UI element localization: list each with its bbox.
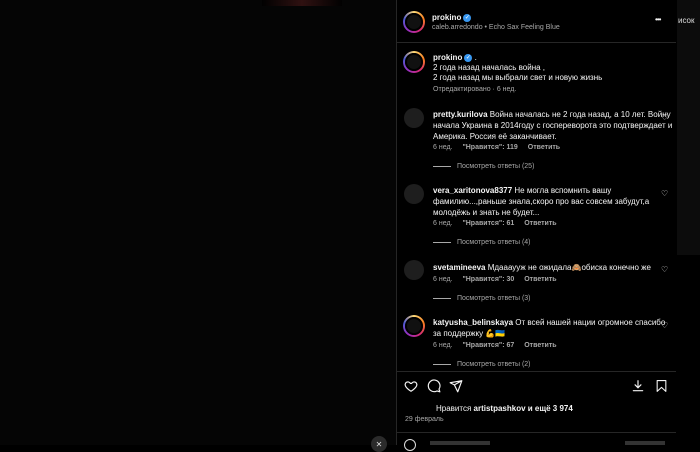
download-icon[interactable] bbox=[631, 379, 645, 393]
comment-text: Мдаааууж не ожидала🙈обиска конечно же bbox=[487, 263, 651, 272]
view-replies-button[interactable]: Посмотреть ответы (25) bbox=[433, 163, 534, 170]
comment-like-icon[interactable]: ♡ bbox=[661, 265, 668, 274]
comment-likes[interactable]: "Нравится": 30 bbox=[462, 276, 514, 283]
likes-suffix[interactable]: и ещё 3 974 bbox=[526, 404, 573, 413]
view-replies-label[interactable]: Посмотреть ответы (2) bbox=[457, 361, 531, 368]
post-date: 29 февраль bbox=[405, 416, 444, 423]
comment-like-icon[interactable]: ♡ bbox=[661, 113, 668, 122]
view-replies-label[interactable]: Посмотреть ответы (3) bbox=[457, 295, 531, 302]
post-audio-subtitle[interactable]: caleb.arredondo • Echo Sax Feeling Blue bbox=[432, 24, 560, 31]
actions-divider bbox=[396, 371, 676, 372]
caption-author-avatar[interactable] bbox=[403, 51, 425, 73]
comment-meta: 6 нед. "Нравится": 67 Ответить bbox=[433, 342, 565, 349]
publish-button-hint[interactable] bbox=[625, 441, 665, 445]
replies-line bbox=[433, 241, 451, 243]
comment-username[interactable]: katyusha_belinskaya bbox=[433, 318, 513, 327]
video-glow bbox=[262, 0, 342, 6]
replies-line bbox=[433, 363, 451, 365]
comment-username[interactable]: svetamineeva bbox=[433, 263, 485, 272]
comment-like-icon[interactable]: ♡ bbox=[661, 321, 668, 330]
caption-dot: . bbox=[474, 53, 477, 62]
comment-username[interactable]: pretty.kurilova bbox=[433, 110, 488, 119]
comment-likes[interactable]: "Нравится": 119 bbox=[462, 144, 517, 151]
comment-reply-button[interactable]: Ответить bbox=[524, 220, 556, 227]
right-strip-text: исок bbox=[678, 16, 695, 25]
view-replies-button[interactable]: Посмотреть ответы (2) bbox=[433, 361, 531, 368]
mute-icon[interactable]: ✕ bbox=[371, 436, 387, 452]
caption-line-2: 2 года назад мы выбрали свет и новую жиз… bbox=[433, 73, 603, 82]
view-replies-label[interactable]: Посмотреть ответы (4) bbox=[457, 239, 531, 246]
right-strip-dark-block bbox=[676, 255, 700, 445]
right-background-strip bbox=[676, 0, 700, 445]
comment-meta: 6 нед. "Нравится": 119 Ответить bbox=[433, 144, 568, 151]
comment-time: 6 нед. bbox=[433, 220, 453, 227]
comment-likes[interactable]: "Нравится": 67 bbox=[462, 342, 514, 349]
comment-body: vera_xaritonova8377 Не могла вспомнить в… bbox=[433, 185, 673, 218]
comment-username[interactable]: vera_xaritonova8377 bbox=[433, 186, 512, 195]
replies-line bbox=[433, 297, 451, 299]
verified-icon: ✓ bbox=[464, 53, 473, 62]
comment-avatar[interactable] bbox=[403, 315, 425, 337]
comment-meta: 6 нед. "Нравится": 61 Ответить bbox=[433, 220, 565, 227]
comment-like-icon[interactable]: ♡ bbox=[661, 189, 668, 198]
likes-prefix: Нравится bbox=[436, 404, 474, 413]
share-icon[interactable] bbox=[449, 379, 463, 393]
likes-user[interactable]: artistpashkov bbox=[474, 404, 526, 413]
view-replies-label[interactable]: Посмотреть ответы (25) bbox=[457, 163, 534, 170]
verified-icon: ✓ bbox=[463, 13, 472, 22]
header-divider bbox=[396, 42, 676, 43]
caption-author-line: prokino ✓ . bbox=[433, 53, 477, 62]
comment-reply-button[interactable]: Ответить bbox=[524, 342, 556, 349]
comment-body: svetamineeva Мдаааууж не ожидала🙈обиска … bbox=[433, 262, 673, 273]
comment-reply-button[interactable]: Ответить bbox=[524, 276, 556, 283]
view-replies-button[interactable]: Посмотреть ответы (4) bbox=[433, 239, 531, 246]
comment-input-hint[interactable] bbox=[430, 441, 490, 445]
bookmark-icon[interactable] bbox=[655, 379, 668, 393]
comment-meta: 6 нед. "Нравится": 30 Ответить bbox=[433, 276, 565, 283]
likes-summary[interactable]: Нравится artistpashkov и ещё 3 974 bbox=[436, 404, 573, 413]
caption-line-1: 2 года назад началась война , bbox=[433, 63, 546, 72]
video-area[interactable] bbox=[0, 0, 396, 445]
comment-time: 6 нед. bbox=[433, 276, 453, 283]
heart-icon[interactable] bbox=[404, 379, 418, 393]
comment-body: katyusha_belinskaya От всей нашей нации … bbox=[433, 317, 673, 339]
post-author-username[interactable]: prokino bbox=[432, 13, 461, 22]
comment-avatar[interactable] bbox=[404, 184, 424, 204]
comment-time: 6 нед. bbox=[433, 342, 453, 349]
comment-avatar[interactable] bbox=[404, 260, 424, 280]
footer-divider bbox=[396, 432, 676, 433]
emoji-icon[interactable] bbox=[404, 439, 416, 451]
comment-icon[interactable] bbox=[427, 379, 441, 393]
replies-line bbox=[433, 165, 451, 167]
comment-time: 6 нед. bbox=[433, 144, 453, 151]
comment-avatar[interactable] bbox=[404, 108, 424, 128]
more-options-icon[interactable]: ••• bbox=[655, 15, 661, 24]
caption-author-username[interactable]: prokino bbox=[433, 53, 462, 62]
caption-meta: Отредактировано · 6 нед. bbox=[433, 86, 517, 93]
view-replies-button[interactable]: Посмотреть ответы (3) bbox=[433, 295, 531, 302]
post-author-line: prokino ✓ bbox=[432, 13, 472, 22]
post-author-avatar[interactable] bbox=[403, 11, 425, 33]
comment-reply-button[interactable]: Ответить bbox=[528, 144, 560, 151]
comment-likes[interactable]: "Нравится": 61 bbox=[462, 220, 514, 227]
comment-body: pretty.kurilova Война началась не 2 года… bbox=[433, 109, 673, 142]
